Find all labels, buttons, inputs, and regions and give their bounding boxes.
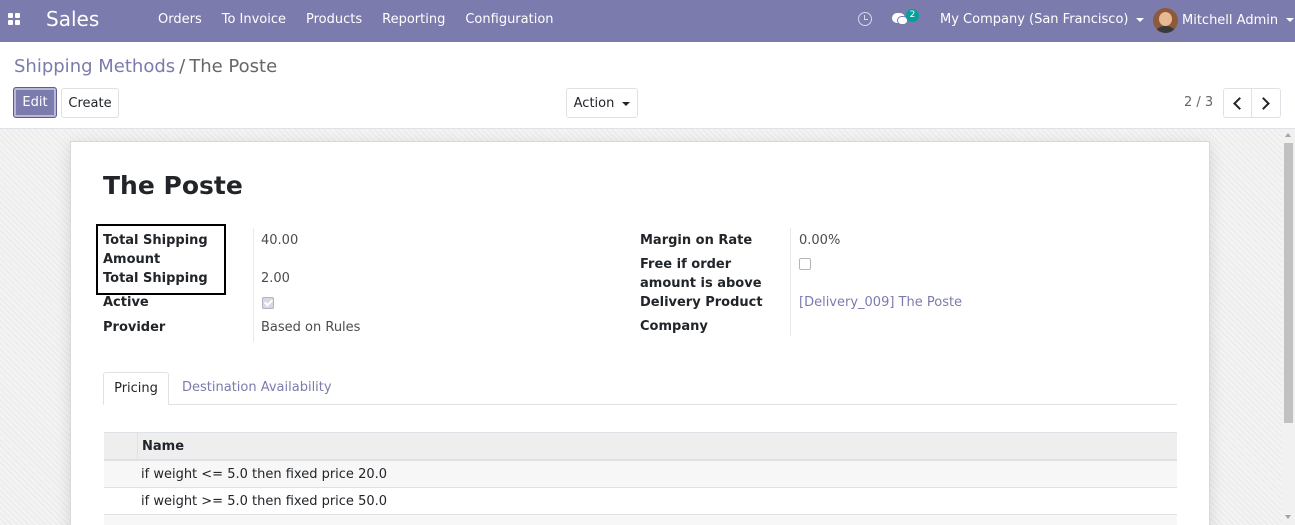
- handle-column-header: [104, 433, 138, 460]
- user-menu[interactable]: Mitchell Admin: [1153, 6, 1295, 34]
- table-row[interactable]: if weight >= 5.0 then fixed price 50.0: [104, 488, 1177, 515]
- active-checkbox[interactable]: [262, 297, 274, 309]
- total-shipping-amount-value: 40.00: [261, 233, 299, 248]
- rule-name-cell: if weight >= 5.0 then fixed price 50.0: [141, 494, 388, 509]
- chevron-left-icon: [1233, 97, 1246, 110]
- rule-name-cell: if weight <= 5.0 then fixed price 20.0: [141, 467, 388, 482]
- create-button[interactable]: Create: [61, 88, 119, 118]
- delivery-product-label: Delivery Product: [640, 295, 763, 310]
- menu-products[interactable]: Products: [306, 12, 362, 27]
- total-shipping-value: 2.00: [261, 271, 290, 286]
- scroll-down-icon[interactable]: [1285, 515, 1291, 519]
- company-name: My Company (San Francisco): [940, 12, 1129, 27]
- main-menu: Orders To Invoice Products Reporting Con…: [158, 12, 574, 27]
- company-switcher[interactable]: My Company (San Francisco): [940, 12, 1145, 27]
- tab-destination-availability[interactable]: Destination Availability: [182, 372, 332, 405]
- menu-orders[interactable]: Orders: [158, 12, 202, 27]
- active-label: Active: [103, 295, 149, 310]
- provider-label: Provider: [103, 320, 166, 335]
- action-dropdown[interactable]: Action: [566, 88, 638, 118]
- breadcrumb-current: The Poste: [189, 56, 278, 77]
- company-label: Company: [640, 319, 708, 334]
- action-label: Action: [573, 96, 615, 111]
- pager-previous-button[interactable]: [1223, 88, 1252, 118]
- avatar: [1153, 7, 1178, 33]
- table-row[interactable]: [104, 515, 1177, 525]
- total-shipping-amount-label: Total Shipping Amount: [103, 233, 208, 267]
- scrollbar-thumb[interactable]: [1284, 143, 1293, 423]
- pager-value[interactable]: 2 / 3: [1184, 95, 1213, 110]
- column-header-name[interactable]: Name: [142, 439, 184, 454]
- tab-pricing[interactable]: Pricing: [103, 372, 169, 405]
- caret-down-icon: [1286, 18, 1295, 22]
- chevron-right-icon: [1257, 97, 1270, 110]
- field-divider: [790, 228, 791, 336]
- pricing-table: Name if weight <= 5.0 then fixed price 2…: [104, 432, 1177, 525]
- app-name[interactable]: Sales: [46, 7, 99, 31]
- free-if-above-checkbox[interactable]: [799, 258, 811, 270]
- form-sheet: The Poste Total Shipping Amount 40.00 To…: [70, 141, 1210, 525]
- breadcrumb-parent[interactable]: Shipping Methods: [14, 56, 175, 77]
- record-title[interactable]: The Poste: [103, 171, 243, 200]
- pager-next-button[interactable]: [1251, 88, 1281, 118]
- delivery-product-link[interactable]: [Delivery_009] The Poste: [799, 293, 962, 312]
- menu-to-invoice[interactable]: To Invoice: [222, 12, 286, 27]
- messages-icon[interactable]: 2: [892, 9, 919, 30]
- scroll-up-icon[interactable]: [1285, 133, 1291, 137]
- caret-down-icon: [622, 101, 631, 106]
- user-name: Mitchell Admin: [1182, 12, 1279, 28]
- caret-down-icon: [1136, 17, 1145, 22]
- free-if-above-label: Free if order amount is above: [640, 257, 762, 291]
- activity-clock-icon[interactable]: [858, 12, 872, 26]
- margin-on-rate-label: Margin on Rate: [640, 233, 753, 248]
- table-header: Name: [104, 432, 1177, 461]
- messages-badge: 2: [906, 9, 919, 22]
- breadcrumb: Shipping Methods / The Poste: [14, 56, 277, 77]
- vertical-scrollbar[interactable]: [1282, 129, 1295, 525]
- apps-grid-icon[interactable]: [8, 13, 22, 27]
- field-divider: [253, 228, 254, 342]
- provider-value[interactable]: Based on Rules: [261, 318, 360, 337]
- table-row[interactable]: if weight <= 5.0 then fixed price 20.0: [104, 461, 1177, 488]
- edit-button[interactable]: Edit: [13, 87, 57, 118]
- top-navbar: Sales Orders To Invoice Products Reporti…: [0, 0, 1295, 42]
- margin-on-rate-value: 0.00%: [799, 233, 841, 248]
- total-shipping-label: Total Shipping: [103, 271, 208, 286]
- menu-reporting[interactable]: Reporting: [382, 12, 445, 27]
- menu-configuration[interactable]: Configuration: [465, 12, 553, 27]
- breadcrumb-separator: /: [179, 56, 186, 77]
